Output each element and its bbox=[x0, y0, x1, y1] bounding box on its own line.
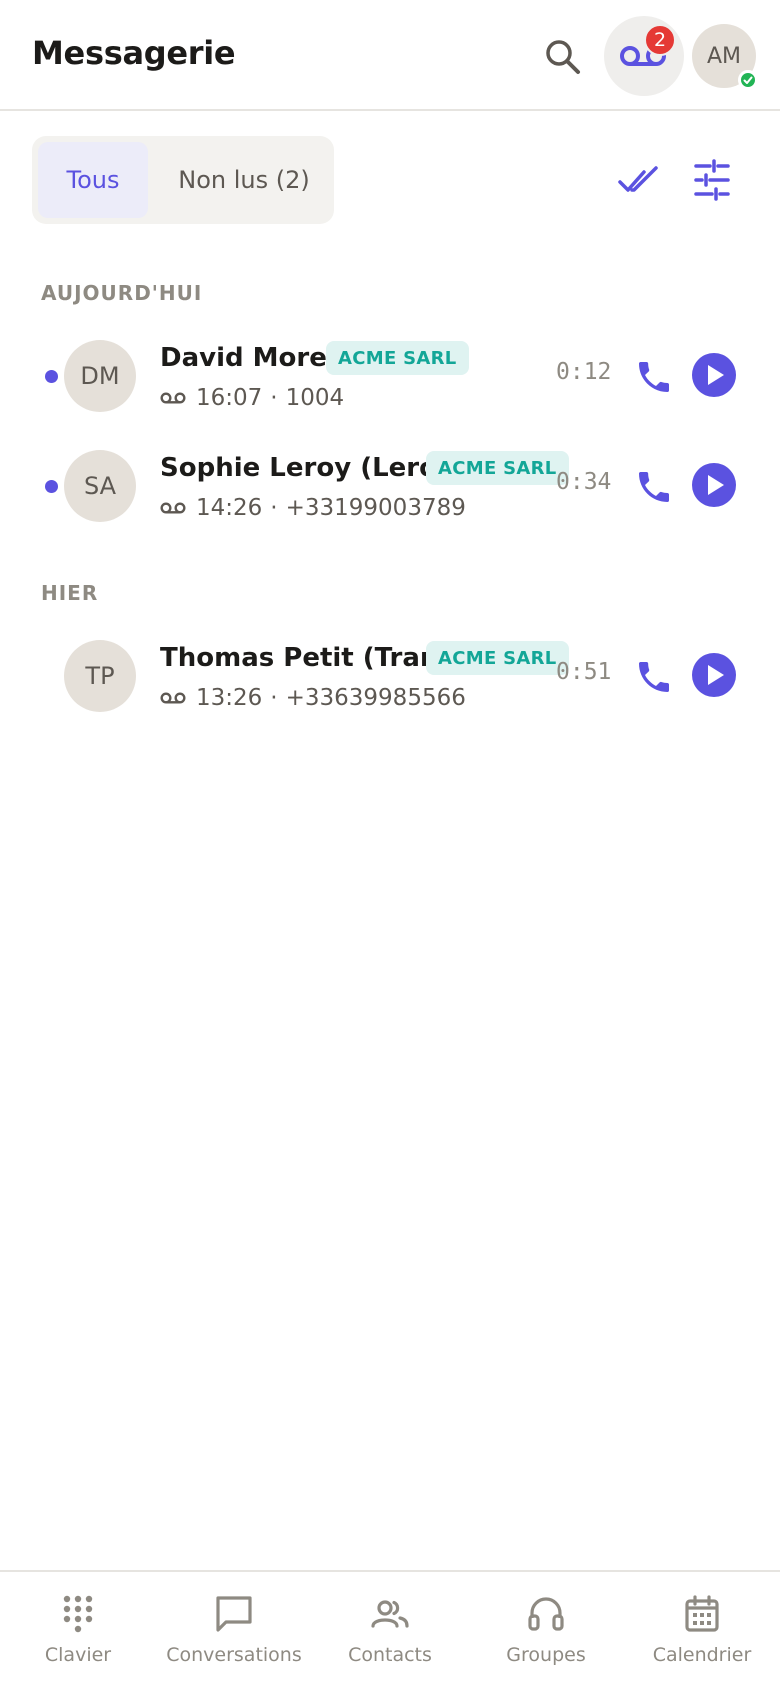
section-label-yesterday: HIER bbox=[41, 581, 99, 605]
nav-contacts[interactable]: Contacts bbox=[312, 1572, 468, 1688]
voicemail-icon bbox=[160, 692, 186, 704]
search-button[interactable] bbox=[540, 34, 586, 80]
nav-label: Groupes bbox=[506, 1644, 586, 1666]
phone-icon bbox=[639, 362, 669, 392]
nav-calendrier[interactable]: Calendrier bbox=[624, 1572, 780, 1688]
company-tag: ACME SARL bbox=[426, 641, 569, 675]
filter-segment: Tous Non lus (2) bbox=[32, 136, 334, 224]
unread-indicator bbox=[45, 480, 58, 493]
nav-label: Contacts bbox=[348, 1644, 432, 1666]
mark-all-read-icon bbox=[618, 166, 658, 192]
play-button[interactable] bbox=[692, 463, 736, 507]
filter-settings-button[interactable] bbox=[688, 158, 736, 202]
page-title: Messagerie bbox=[32, 34, 236, 72]
call-back-button[interactable] bbox=[634, 467, 674, 507]
voicemail-icon bbox=[160, 502, 186, 514]
contact-name: Sophie Leroy (Lero... bbox=[160, 453, 467, 483]
app-header: Messagerie 2 AM bbox=[0, 0, 780, 111]
nav-groupes[interactable]: Groupes bbox=[468, 1572, 624, 1688]
contact-avatar: TP bbox=[64, 640, 136, 712]
play-button[interactable] bbox=[692, 653, 736, 697]
tab-tous[interactable]: Tous bbox=[38, 142, 148, 218]
play-icon bbox=[708, 475, 724, 495]
voicemail-row[interactable]: DM David Morel ACME SARL 16:07 · 1004 0:… bbox=[0, 325, 780, 425]
play-icon bbox=[708, 665, 724, 685]
voicemail-duration: 0:34 bbox=[556, 469, 612, 495]
nav-conversations[interactable]: Conversations bbox=[156, 1572, 312, 1688]
nav-label: Calendrier bbox=[652, 1644, 752, 1666]
caller-number: +33639985566 bbox=[285, 685, 466, 711]
meta-separator: · bbox=[270, 685, 278, 711]
meta-separator: · bbox=[270, 495, 278, 521]
voicemail-time: 13:26 bbox=[196, 685, 263, 711]
call-back-button[interactable] bbox=[634, 357, 674, 397]
contact-avatar: SA bbox=[64, 450, 136, 522]
nav-clavier[interactable]: Clavier bbox=[0, 1572, 156, 1688]
chat-icon bbox=[216, 1596, 252, 1632]
voicemail-icon bbox=[160, 392, 186, 404]
online-check-icon bbox=[743, 76, 753, 84]
contact-avatar: DM bbox=[64, 340, 136, 412]
voicemail-count-badge: 2 bbox=[644, 24, 676, 56]
filter-settings-icon bbox=[694, 159, 730, 201]
phone-icon bbox=[639, 662, 669, 692]
tab-non-lus[interactable]: Non lus (2) bbox=[164, 142, 324, 218]
calendar-icon bbox=[685, 1595, 719, 1632]
online-status-badge bbox=[738, 70, 758, 90]
play-icon bbox=[708, 365, 724, 385]
voicemail-row[interactable]: SA Sophie Leroy (Lero... ACME SARL 14:26… bbox=[0, 435, 780, 535]
voicemail-button[interactable] bbox=[604, 16, 684, 96]
voicemail-time: 16:07 bbox=[196, 385, 263, 411]
section-label-today: AUJOURD'HUI bbox=[41, 281, 203, 305]
voicemail-time: 14:26 bbox=[196, 495, 263, 521]
contacts-icon bbox=[371, 1600, 409, 1628]
nav-label: Clavier bbox=[44, 1644, 112, 1666]
nav-label: Conversations bbox=[166, 1644, 302, 1666]
contact-name: David Morel bbox=[160, 343, 336, 373]
voicemail-meta: 14:26 · +33199003789 bbox=[160, 495, 466, 521]
voicemail-duration: 0:51 bbox=[556, 659, 612, 685]
company-tag: ACME SARL bbox=[426, 451, 569, 485]
headset-icon bbox=[528, 1597, 564, 1631]
meta-separator: · bbox=[270, 385, 278, 411]
caller-number: 1004 bbox=[285, 385, 345, 411]
call-back-button[interactable] bbox=[634, 657, 674, 697]
mark-all-read-button[interactable] bbox=[618, 160, 664, 200]
voicemail-duration: 0:12 bbox=[556, 359, 612, 385]
play-button[interactable] bbox=[692, 353, 736, 397]
dialpad-icon bbox=[63, 1595, 93, 1633]
search-icon bbox=[546, 40, 580, 74]
voicemail-meta: 13:26 · +33639985566 bbox=[160, 685, 466, 711]
voicemail-row[interactable]: TP Thomas Petit (Tran... ACME SARL 13:26… bbox=[0, 625, 780, 725]
phone-icon bbox=[639, 472, 669, 502]
bottom-nav: Clavier Conversations Contacts Groupes C… bbox=[0, 1570, 780, 1688]
unread-indicator bbox=[45, 370, 58, 383]
voicemail-meta: 16:07 · 1004 bbox=[160, 385, 344, 411]
company-tag: ACME SARL bbox=[326, 341, 469, 375]
contact-name: Thomas Petit (Tran... bbox=[160, 643, 469, 673]
caller-number: +33199003789 bbox=[285, 495, 466, 521]
